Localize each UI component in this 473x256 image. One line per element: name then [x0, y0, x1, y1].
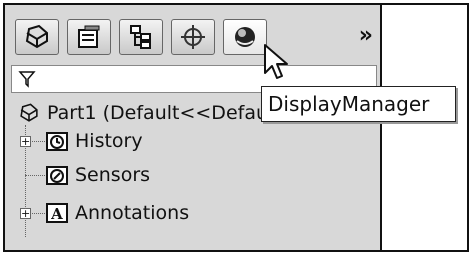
displaymanager-tab[interactable]: [223, 19, 267, 55]
propertymanager-tab[interactable]: [67, 19, 111, 55]
sensor-gauge-icon: [46, 166, 68, 185]
tree-item-history[interactable]: + History: [19, 129, 219, 155]
mouse-pointer-icon: [264, 44, 288, 79]
dimxpertmanager-tab[interactable]: [171, 19, 215, 55]
more-tabs-button[interactable]: »: [359, 25, 373, 47]
configurationmanager-tab[interactable]: [119, 19, 163, 55]
annotation-a-icon: A: [46, 203, 68, 223]
tree-item-sensors[interactable]: Sensors: [19, 163, 219, 189]
featuremanager-panel: » Part1 (Default<<Default>_Disp + Histor…: [5, 5, 382, 250]
history-clock-icon: [46, 132, 68, 151]
tree-item-label: Sensors: [75, 164, 151, 186]
display-sphere-icon: [235, 27, 255, 47]
expand-toggle[interactable]: +: [20, 136, 31, 147]
tree-item-annotations[interactable]: + A Annotations: [19, 201, 259, 227]
configuration-tree-icon: [130, 25, 151, 49]
featuremanager-tab[interactable]: [15, 19, 59, 55]
tree-item-label: Annotations: [75, 202, 190, 224]
svg-text:A: A: [50, 205, 63, 223]
part-feature-icon: [25, 24, 48, 49]
screenshot-frame: » Part1 (Default<<Default>_Disp + Histor…: [3, 3, 469, 252]
expand-toggle[interactable]: +: [20, 208, 31, 219]
crosshair-target-icon: [181, 25, 205, 49]
tree-item-label: History: [75, 130, 143, 152]
tooltip: DisplayManager: [261, 86, 456, 122]
part-icon: [20, 103, 38, 122]
manager-tab-bar: »: [11, 11, 377, 59]
property-sheet-icon: [78, 25, 100, 48]
filter-funnel-icon[interactable]: [18, 70, 36, 88]
